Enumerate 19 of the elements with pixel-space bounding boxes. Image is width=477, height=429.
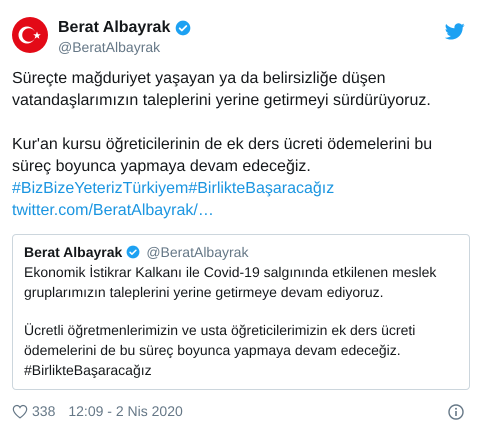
quoted-author-name: Berat Albayrak [24, 243, 122, 262]
quoted-author-handle: @BeratAlbayrak [146, 243, 248, 262]
hashtag-link[interactable]: #BizBizeYeterizTürkiyem [12, 178, 188, 200]
hashtag-link[interactable]: #BirlikteBaşaracağız [188, 178, 334, 200]
quoted-tweet-card[interactable] [12, 234, 470, 390]
like-count: 338 [32, 402, 56, 421]
bird-icon[interactable] [445, 23, 465, 40]
info-icon[interactable] [448, 404, 464, 420]
avatar-icon[interactable] [12, 17, 48, 53]
tweet-text: Kur'an kursu öğreticilerinin de ek ders ücreti ödemelerini bu süreç boyunca yapmaya devam edeceğiz. [12, 135, 434, 177]
quoted-hashtag: #BirlikteBaşaracağız [24, 361, 152, 380]
timestamp-link[interactable]: 12:09 - 2 Nis 2020 [68, 401, 183, 422]
author-handle: @BeratAlbayrak [58, 38, 162, 56]
quoted-tweet-text: Ekonomik İstikrar Kalkanı ile Covid-19 salgınında etkilenen meslek gruplarımızın taleplerini yerine getirmeye devam ediyoruz. [24, 263, 438, 302]
heart-icon[interactable] [12, 404, 28, 419]
quoted-tweet-text: Ücretli öğretmenlerimizin ve usta öğreticilerimizin ek ders ücreti ödemelerini de bu süreç boyunca yapmaya devam edeceğiz. [24, 321, 416, 360]
author-name[interactable]: Berat Albayrak [58, 18, 170, 38]
tweet-link[interactable]: twitter.com/BeratAlbayrak/… [12, 200, 214, 222]
tweet-text: Süreçte mağduriyet yaşayan ya da belirsizliğe düşen vatandaşlarımızın taleplerini yerine getirmeyi sürdürüyoruz. [12, 69, 432, 111]
